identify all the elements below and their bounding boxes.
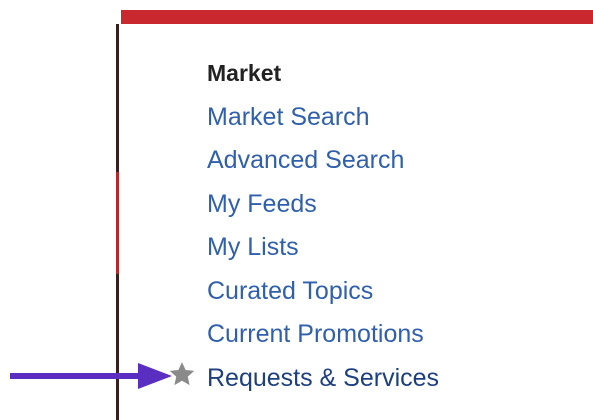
menu-item-requests-services[interactable]: Requests & Services bbox=[207, 357, 439, 401]
menu-item-market-search[interactable]: Market Search bbox=[207, 96, 439, 140]
arrow-right-icon bbox=[10, 363, 172, 389]
menu-item-my-feeds[interactable]: My Feeds bbox=[207, 183, 439, 227]
top-accent-bar bbox=[121, 10, 593, 24]
menu-item-advanced-search[interactable]: Advanced Search bbox=[207, 139, 439, 183]
menu-item-current-promotions[interactable]: Current Promotions bbox=[207, 313, 439, 357]
menu-heading-market: Market bbox=[207, 60, 282, 86]
market-menu: Market Market Search Advanced Search My … bbox=[207, 52, 439, 400]
menu-item-my-lists[interactable]: My Lists bbox=[207, 226, 439, 270]
menu-item-curated-topics[interactable]: Curated Topics bbox=[207, 270, 439, 314]
